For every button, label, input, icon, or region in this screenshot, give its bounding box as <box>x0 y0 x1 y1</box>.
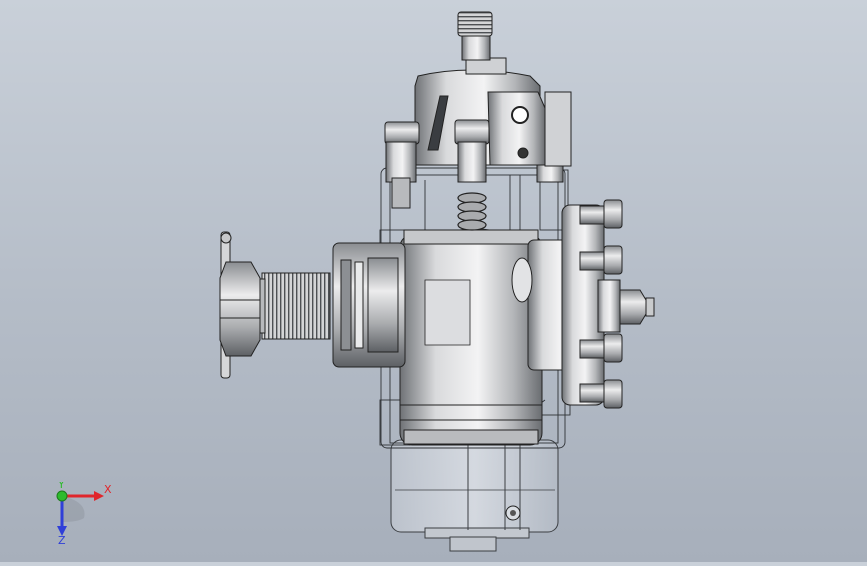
left-nut <box>219 231 261 379</box>
lower-housing <box>390 439 559 552</box>
triad-graphic: X Y Z <box>56 478 112 547</box>
model-drawing <box>219 11 655 552</box>
y-axis-label: Y <box>57 482 65 491</box>
x-arrow-head <box>94 491 104 501</box>
top-housing <box>384 69 572 231</box>
model-viewport[interactable] <box>0 0 867 562</box>
x-axis-label: X <box>104 483 112 496</box>
input-shaft <box>254 242 406 368</box>
orientation-triad[interactable]: X Y Z <box>48 478 118 547</box>
output-spline <box>457 11 507 75</box>
z-axis-label: Z <box>58 534 66 544</box>
y-axis-dot <box>56 490 68 502</box>
